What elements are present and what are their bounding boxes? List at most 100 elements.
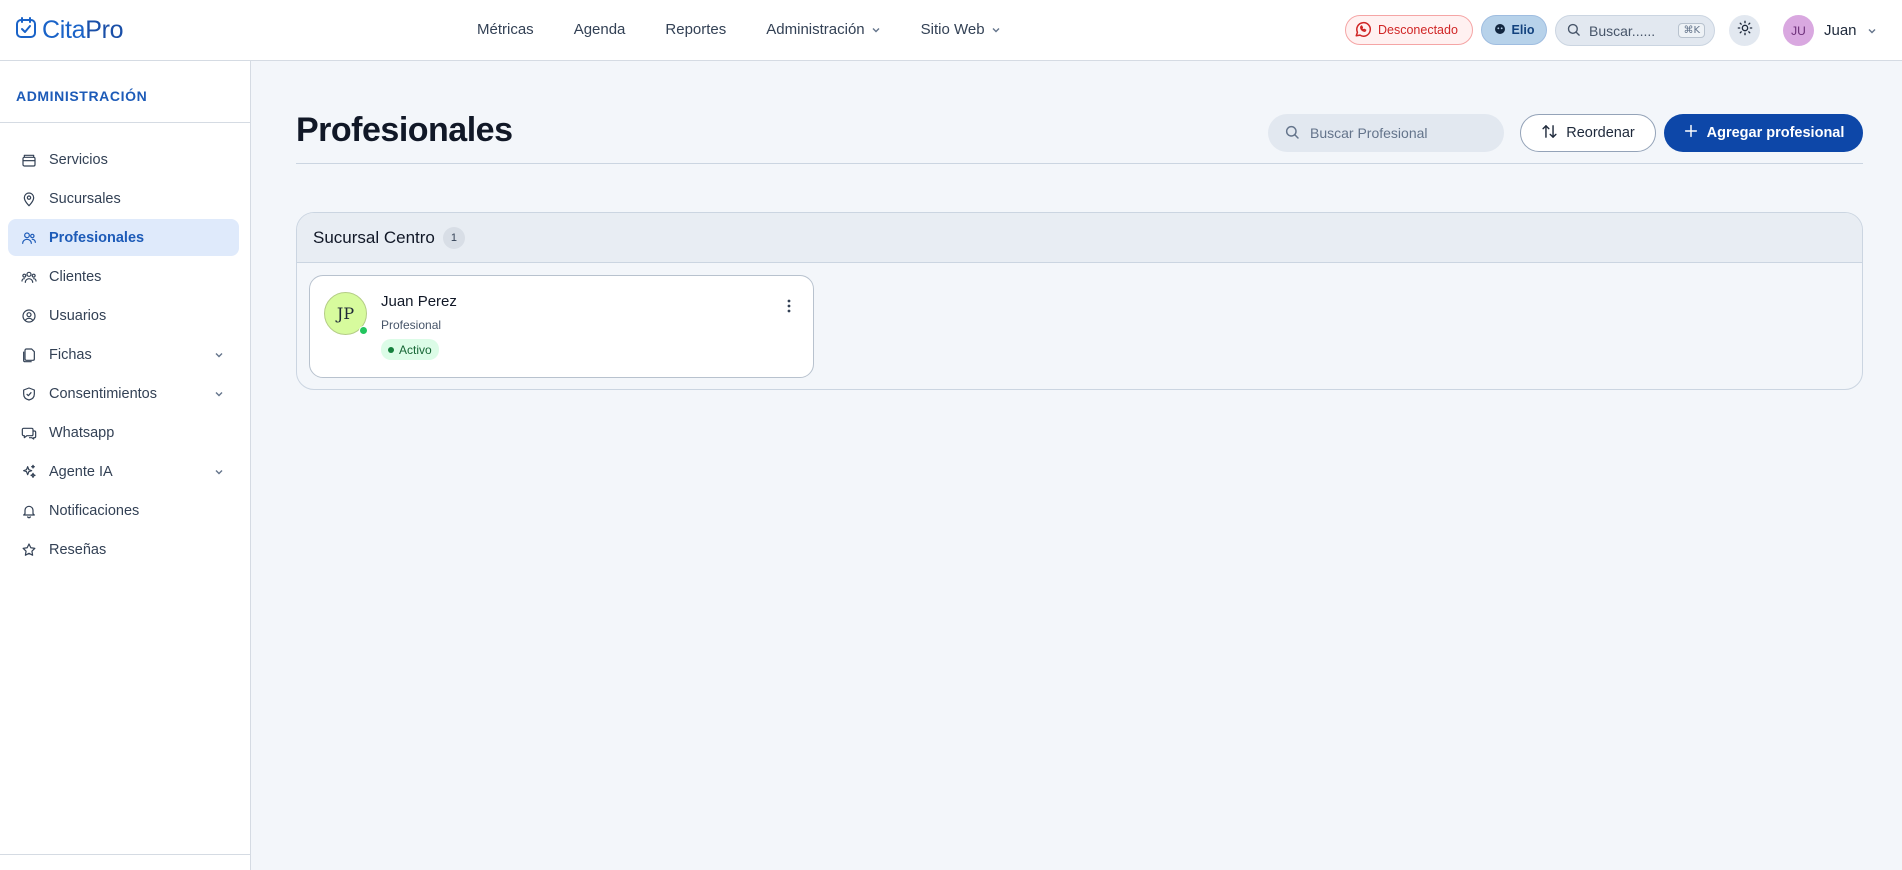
assistant-button[interactable]: Elio	[1481, 15, 1547, 45]
branch-count-badge: 1	[442, 226, 465, 249]
professional-role: Profesional	[381, 318, 442, 332]
star-icon	[21, 542, 37, 558]
map-pin-icon	[21, 191, 37, 207]
chevron-down-icon	[215, 392, 223, 397]
sort-arrows-icon	[1541, 123, 1558, 144]
nav-label: Reportes	[665, 21, 727, 38]
global-search-placeholder: Buscar......	[1589, 22, 1656, 39]
chevron-down-icon	[872, 27, 880, 32]
chevron-down-icon	[215, 470, 223, 475]
add-professional-button[interactable]: Agregar profesional	[1664, 114, 1863, 152]
chevron-down-icon	[1868, 28, 1876, 33]
divider	[0, 854, 251, 855]
status-label: Activo	[399, 342, 432, 357]
status-dot	[388, 346, 394, 353]
add-professional-label: Agregar profesional	[1706, 125, 1845, 141]
box-icon	[21, 152, 37, 168]
sidebar-item-label: Profesionales	[49, 229, 145, 246]
professional-card[interactable]: JP Juan Perez Profesional Activo	[309, 275, 814, 378]
bell-icon	[21, 503, 37, 519]
nav-label: Administración	[766, 21, 865, 38]
sidebar-item-consentimientos[interactable]: Consentimientos	[8, 375, 239, 412]
chevron-down-icon	[992, 27, 1000, 32]
nav-agenda[interactable]: Agenda	[574, 21, 626, 38]
divider	[0, 122, 251, 123]
sidebar: ADMINISTRACIÓN Servicios Sucursales Prof…	[0, 61, 251, 870]
app-name-part1: Cita	[42, 16, 86, 44]
sidebar-item-label: Servicios	[49, 151, 108, 168]
professional-name: Juan Perez	[381, 293, 457, 310]
reorder-label: Reordenar	[1566, 125, 1635, 141]
assistant-icon	[1494, 23, 1506, 38]
sidebar-item-label: Sucursales	[49, 190, 121, 207]
sparkles-icon	[21, 464, 37, 480]
whatsapp-status-button[interactable]: Desconectado	[1345, 15, 1473, 45]
sidebar-item-clientes[interactable]: Clientes	[8, 258, 239, 295]
nav-label: Métricas	[477, 21, 534, 38]
assistant-label: Elio	[1511, 23, 1535, 37]
chat-icon	[21, 425, 37, 441]
more-options-button[interactable]	[781, 296, 797, 316]
whatsapp-status-label: Desconectado	[1378, 23, 1458, 37]
professional-search-placeholder: Buscar Profesional	[1310, 125, 1428, 141]
nav-sitio-web[interactable]: Sitio Web	[921, 21, 1001, 38]
page-title: Profesionales	[296, 111, 513, 149]
chevron-down-icon	[215, 353, 223, 358]
sidebar-item-label: Reseñas	[49, 541, 107, 558]
files-icon	[21, 347, 37, 363]
sidebar-item-label: Notificaciones	[49, 502, 140, 519]
plus-icon	[1683, 123, 1699, 143]
users-icon	[21, 230, 37, 246]
avatar: JU	[1783, 15, 1814, 46]
nav-reportes[interactable]: Reportes	[665, 21, 726, 38]
sidebar-item-agente-ia[interactable]: Agente IA	[8, 453, 239, 490]
calendar-check-icon	[14, 16, 38, 45]
app-name-part2: Pro	[85, 16, 124, 44]
branch-group-header: Sucursal Centro 1	[297, 213, 1862, 263]
search-icon	[1566, 22, 1581, 40]
sidebar-item-label: Whatsapp	[49, 424, 115, 441]
top-navigation: Métricas Agenda Reportes Administración …	[477, 21, 1001, 38]
sidebar-item-usuarios[interactable]: Usuarios	[8, 297, 239, 334]
sidebar-menu: Servicios Sucursales Profesionales Clien…	[8, 141, 239, 570]
app-name: CitaPro	[42, 16, 124, 45]
online-status-dot	[359, 326, 368, 335]
sidebar-item-label: Agente IA	[49, 463, 113, 480]
sidebar-item-servicios[interactable]: Servicios	[8, 141, 239, 178]
sidebar-item-fichas[interactable]: Fichas	[8, 336, 239, 373]
app-logo[interactable]: CitaPro	[14, 16, 124, 45]
nav-metricas[interactable]: Métricas	[477, 21, 534, 38]
shield-check-icon	[21, 386, 37, 402]
theme-toggle-button[interactable]	[1729, 15, 1760, 46]
search-icon	[1284, 124, 1300, 143]
sidebar-item-label: Usuarios	[49, 307, 107, 324]
branch-name: Sucursal Centro	[313, 227, 435, 247]
sidebar-item-profesionales[interactable]: Profesionales	[8, 219, 239, 256]
user-name: Juan	[1824, 22, 1857, 39]
sidebar-item-label: Fichas	[49, 346, 92, 363]
user-circle-icon	[21, 308, 37, 324]
global-search-input[interactable]: Buscar...... ⌘K	[1555, 15, 1715, 46]
sidebar-item-resenas[interactable]: Reseñas	[8, 531, 239, 568]
divider	[296, 163, 1863, 164]
sidebar-item-sucursales[interactable]: Sucursales	[8, 180, 239, 217]
clients-icon	[21, 269, 37, 285]
sidebar-item-label: Clientes	[49, 268, 102, 285]
nav-label: Agenda	[573, 21, 626, 38]
branch-group: Sucursal Centro 1 JP Juan Perez Profesio…	[296, 212, 1863, 390]
more-vertical-icon	[787, 299, 791, 313]
sidebar-item-label: Consentimientos	[49, 385, 157, 402]
whatsapp-icon	[1354, 20, 1372, 41]
sidebar-item-notificaciones[interactable]: Notificaciones	[8, 492, 239, 529]
nav-label: Sitio Web	[920, 21, 985, 38]
user-menu[interactable]: JU Juan	[1783, 15, 1877, 46]
sidebar-item-whatsapp[interactable]: Whatsapp	[8, 414, 239, 451]
professional-search-input[interactable]: Buscar Profesional	[1268, 114, 1504, 152]
sun-icon	[1737, 20, 1753, 41]
sidebar-title: ADMINISTRACIÓN	[16, 88, 148, 104]
top-bar: CitaPro Métricas Agenda Reportes Adminis…	[0, 0, 1902, 61]
search-shortcut-badge: ⌘K	[1678, 23, 1705, 38]
reorder-button[interactable]: Reordenar	[1520, 114, 1656, 152]
status-badge: Activo	[381, 339, 439, 360]
nav-administracion[interactable]: Administración	[766, 21, 880, 38]
